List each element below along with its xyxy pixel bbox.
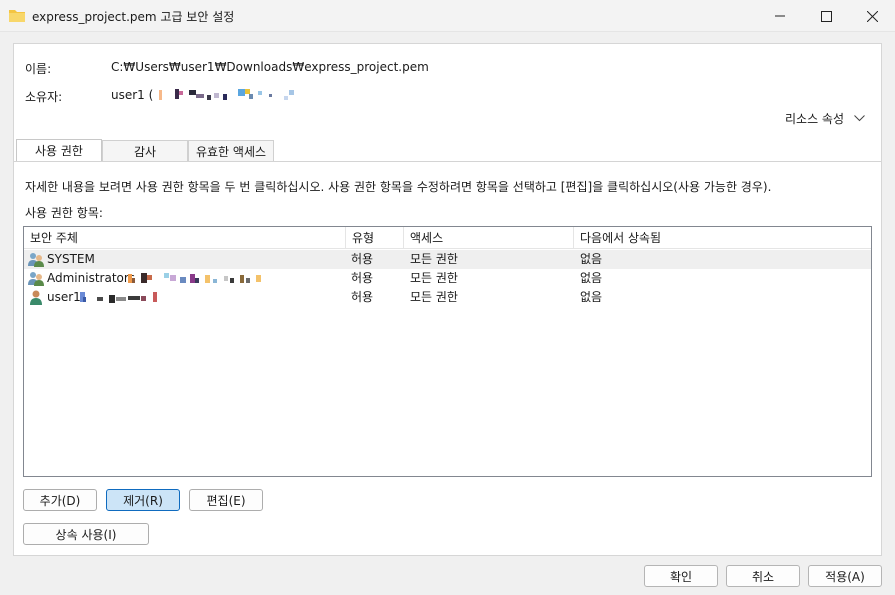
- owner-value: user1 (: [111, 88, 154, 102]
- settings-panel: 이름: C:₩Users₩user1₩Downloads₩express_pro…: [13, 43, 882, 556]
- list-header: 보안 주체 유형 액세스 다음에서 상속됨: [24, 227, 871, 249]
- remove-button-label: 제거(R): [123, 493, 163, 508]
- inherited-cell: 없음: [580, 252, 603, 266]
- resource-properties-toggle[interactable]: 리소스 속성: [785, 110, 865, 127]
- resource-properties-label: 리소스 속성: [784, 112, 844, 126]
- close-icon: [866, 10, 878, 22]
- tab-auditing[interactable]: 감사: [102, 140, 188, 161]
- column-header-principal-label: 보안 주체: [30, 231, 78, 245]
- enable-inheritance-label: 상속 사용(I): [55, 527, 117, 542]
- principal-cell: SYSTEM: [47, 252, 95, 266]
- access-cell: 모든 권한: [410, 290, 458, 304]
- column-header-inherited-label: 다음에서 상속됨: [580, 231, 662, 245]
- tab-divider: [14, 161, 881, 162]
- inherited-cell: 없음: [580, 271, 603, 285]
- user-icon: [30, 290, 42, 305]
- owner-label: 소유자:: [25, 90, 63, 104]
- redacted-user-detail: [80, 292, 157, 303]
- name-value: C:₩Users₩user1₩Downloads₩express_project…: [111, 60, 429, 74]
- principal-cell: Administrators: [47, 271, 136, 285]
- remove-button[interactable]: 제거(R): [106, 489, 180, 511]
- tab-auditing-label: 감사: [133, 144, 157, 159]
- redacted-domain: [128, 273, 261, 283]
- table-row[interactable]: Administrators 허용 모든 권한 없음: [24, 269, 871, 288]
- tab-permissions[interactable]: 사용 권한: [16, 139, 102, 161]
- column-header-inherited[interactable]: 다음에서 상속됨: [574, 227, 871, 249]
- edit-button[interactable]: 편집(E): [189, 489, 263, 511]
- column-header-access[interactable]: 액세스: [404, 227, 574, 249]
- name-label: 이름:: [25, 62, 52, 76]
- column-header-principal[interactable]: 보안 주체: [24, 227, 346, 249]
- add-button-label: 추가(D): [39, 493, 81, 508]
- access-cell: 모든 권한: [410, 271, 458, 285]
- table-row[interactable]: user1 허용 모든 권한 없음: [24, 288, 871, 307]
- window-title: express_project.pem 고급 보안 설정: [32, 10, 235, 24]
- tab-effective-access-label: 유효한 액세스: [195, 144, 267, 159]
- tab-effective-access[interactable]: 유효한 액세스: [188, 140, 274, 161]
- instructions-text: 자세한 내용을 보려면 사용 권한 항목을 두 번 클릭하십시오. 사용 권한 …: [25, 180, 772, 194]
- inherited-cell: 없음: [580, 290, 603, 304]
- type-cell: 허용: [351, 252, 374, 266]
- column-header-type[interactable]: 유형: [346, 227, 404, 249]
- ok-button-label: 확인: [669, 569, 693, 584]
- minimize-button[interactable]: [757, 0, 803, 32]
- table-row[interactable]: SYSTEM 허용 모든 권한 없음: [24, 250, 871, 269]
- apply-button-label: 적용(A): [825, 569, 865, 584]
- apply-button[interactable]: 적용(A): [808, 565, 882, 587]
- maximize-button[interactable]: [803, 0, 849, 32]
- close-button[interactable]: [849, 0, 895, 32]
- chevron-down-icon: [854, 115, 865, 122]
- permission-entries-list[interactable]: 보안 주체 유형 액세스 다음에서 상속됨 SYSTEM 허용 모든 권한 없음…: [23, 226, 872, 477]
- permission-entries-label: 사용 권한 항목:: [25, 206, 103, 220]
- cancel-button[interactable]: 취소: [726, 565, 800, 587]
- cancel-button-label: 취소: [751, 569, 775, 584]
- redacted-owner: [159, 89, 294, 100]
- title-bar: express_project.pem 고급 보안 설정: [0, 0, 895, 32]
- ok-button[interactable]: 확인: [644, 565, 718, 587]
- column-header-access-label: 액세스: [410, 231, 444, 245]
- group-users-icon: [28, 253, 44, 267]
- maximize-icon: [820, 10, 832, 22]
- type-cell: 허용: [351, 271, 374, 285]
- access-cell: 모든 권한: [410, 252, 458, 266]
- column-header-type-label: 유형: [352, 231, 375, 245]
- tab-permissions-label: 사용 권한: [35, 144, 83, 158]
- folder-icon: [9, 10, 25, 22]
- edit-button-label: 편집(E): [206, 493, 246, 508]
- enable-inheritance-button[interactable]: 상속 사용(I): [23, 523, 149, 545]
- type-cell: 허용: [351, 290, 374, 304]
- principal-cell: user1: [47, 290, 81, 304]
- group-users-icon: [28, 272, 44, 286]
- add-button[interactable]: 추가(D): [23, 489, 97, 511]
- minimize-icon: [775, 15, 785, 17]
